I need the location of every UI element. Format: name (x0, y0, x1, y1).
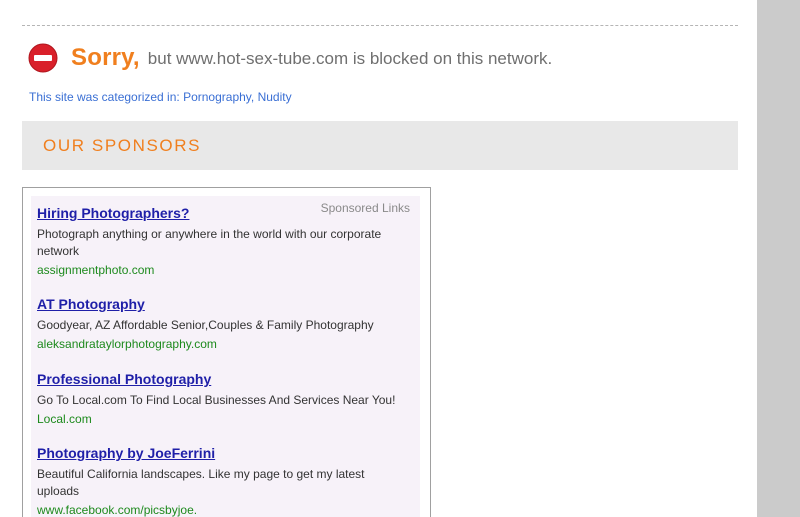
window-scroll-gutter[interactable] (757, 0, 800, 517)
ad-description: Photograph anything or anywhere in the w… (37, 227, 382, 258)
block-page: Sorry, but www.hot-sex-tube.com is block… (0, 0, 800, 517)
ad-title-link[interactable]: Photography by JoeFerrini (37, 445, 409, 462)
category-separator: , (250, 90, 255, 104)
no-entry-icon (28, 43, 58, 73)
category-nudity: Nudity (257, 90, 292, 104)
ad-item: AT Photography Goodyear, AZ Affordable S… (37, 296, 409, 353)
ad-description: Go To Local.com To Find Local Businesses… (37, 393, 396, 407)
ad-url-link[interactable]: Local.com (37, 411, 409, 428)
ads-panel: Sponsored Links Hiring Photographers? Ph… (31, 196, 420, 517)
category-line: This site was categorized in: Pornograph… (29, 90, 292, 104)
sponsored-ads-box: Sponsored Links Hiring Photographers? Ph… (22, 187, 431, 517)
top-divider (22, 25, 738, 26)
ad-title-link[interactable]: Professional Photography (37, 371, 409, 388)
ad-url-link[interactable]: assignmentphoto.com (37, 262, 409, 279)
ad-item: Professional Photography Go To Local.com… (37, 371, 409, 428)
sponsors-title: OUR SPONSORS (43, 136, 202, 155)
ad-url-link[interactable]: aleksandrataylorphotography.com (37, 336, 409, 353)
ad-item: Photography by JoeFerrini Beautiful Cali… (37, 445, 409, 517)
ad-item: Hiring Photographers? Photograph anythin… (37, 205, 409, 279)
sponsors-header: OUR SPONSORS (22, 121, 738, 170)
blocked-message: but www.hot-sex-tube.com is blocked on t… (147, 49, 553, 68)
ad-title-link[interactable]: AT Photography (37, 296, 409, 313)
ad-title-link[interactable]: Hiring Photographers? (37, 205, 409, 222)
category-prefix: This site was categorized in: (29, 90, 180, 104)
blocked-notice: Sorry, but www.hot-sex-tube.com is block… (28, 40, 552, 76)
ad-url-link[interactable]: www.facebook.com/picsbyjoe. (37, 502, 409, 517)
main-content: Sorry, but www.hot-sex-tube.com is block… (22, 0, 738, 517)
category-pornography: Pornography (183, 90, 251, 104)
ad-description: Goodyear, AZ Affordable Senior,Couples &… (37, 318, 374, 332)
ad-description: Beautiful California landscapes. Like my… (37, 467, 365, 498)
sorry-heading: Sorry, (71, 44, 140, 71)
